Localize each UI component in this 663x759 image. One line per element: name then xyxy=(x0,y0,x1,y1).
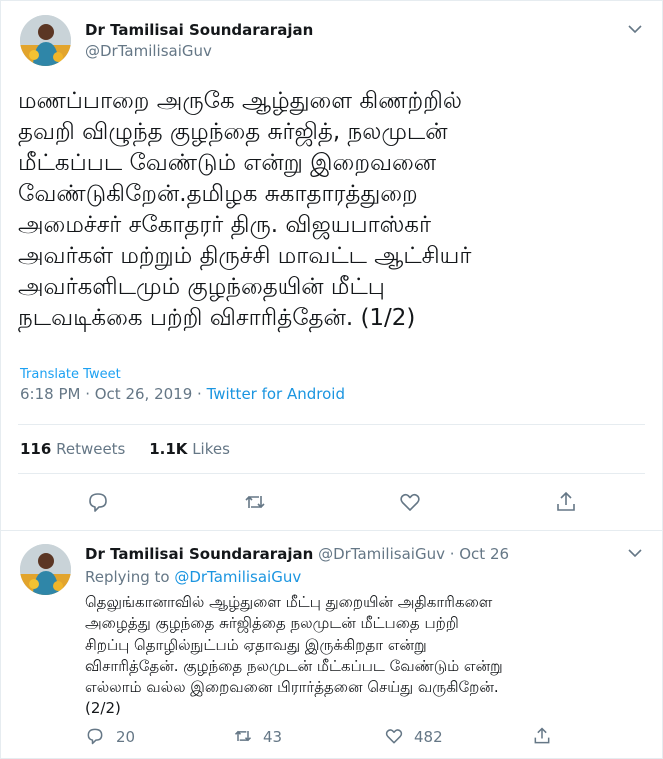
translate-tweet-link[interactable]: Translate Tweet xyxy=(20,367,121,382)
tweet-text-line: வேண்டுகிறேன்.தமிழக சுகாதாரத்துறை xyxy=(18,181,418,207)
reply-like-button[interactable] xyxy=(384,726,404,746)
retweets-stat[interactable]: 116 Retweets xyxy=(20,440,125,458)
share-upload-icon xyxy=(557,491,575,511)
retweets-count: 116 xyxy=(20,440,52,458)
tweet-text-line: அவர்களிடமும் குழந்தையின் மீட்பு xyxy=(18,274,385,300)
retweet-arrows-icon xyxy=(245,495,265,509)
divider xyxy=(18,424,645,425)
reply-author-name[interactable]: Dr Tamilisai Soundararajan xyxy=(85,545,313,563)
replying-handle-link[interactable]: @DrTamilisaiGuv xyxy=(174,568,301,586)
replying-prefix: Replying to xyxy=(85,568,175,586)
reply-text-line: தெலுங்கானாவில் ஆழ்துளை மீட்பு துறையின் அ… xyxy=(85,593,493,611)
reply-author-handle-date[interactable]: @DrTamilisaiGuv · Oct 26 xyxy=(318,545,509,563)
retweet-button[interactable] xyxy=(243,490,267,514)
reply-share-button[interactable] xyxy=(532,726,552,746)
tweet-text: மணப்பாறை அருகே ஆழ்துளை கிணற்றில் தவறி வி… xyxy=(18,86,643,334)
like-button[interactable] xyxy=(398,490,422,514)
retweets-label: Retweets xyxy=(56,440,126,458)
likes-label: Likes xyxy=(192,440,230,458)
tweet-text-line: நடவடிக்கை பற்றி விசாரித்தேன். (1/2) xyxy=(18,305,416,331)
tweet-text-line: அமைச்சர் சகோதரர் திரு. விஜயபாஸ்கர் xyxy=(18,212,432,238)
share-upload-icon xyxy=(534,727,550,744)
likes-count: 1.1K xyxy=(149,440,188,458)
reply-avatar[interactable] xyxy=(20,544,71,595)
tweet-stats: 116 Retweets 1.1K Likes xyxy=(20,440,230,458)
chevron-down-icon[interactable] xyxy=(627,21,643,37)
reply-text-line: எல்லாம் வல்ல இறைவனை பிரார்த்தனை செய்து வ… xyxy=(85,678,499,697)
reply-text-line: சிறப்பு தொழில்நுட்பம் ஏதாவது இருக்கிறதா … xyxy=(85,635,427,654)
divider xyxy=(0,530,663,531)
reply-text: தெலுங்கானாவில் ஆழ்துளை மீட்பு துறையின் அ… xyxy=(85,592,645,720)
reply-count: 20 xyxy=(116,728,136,746)
chevron-down-icon[interactable] xyxy=(627,545,643,561)
replying-to: Replying to @DrTamilisaiGuv xyxy=(85,568,301,586)
author-handle[interactable]: @DrTamilisaiGuv xyxy=(85,42,212,60)
retweet-count: 43 xyxy=(263,728,283,746)
tweet-text-line: மணப்பாறை அருகே ஆழ்துளை கிணற்றில் xyxy=(18,88,462,114)
share-button[interactable] xyxy=(554,490,578,514)
speech-bubble-icon xyxy=(89,493,107,512)
retweet-arrows-icon xyxy=(234,730,252,742)
tweet-meta: 6:18 PM · Oct 26, 2019 · Twitter for And… xyxy=(20,385,345,403)
speech-bubble-icon xyxy=(87,728,103,745)
reply-header: Dr Tamilisai Soundararajan @DrTamilisaiG… xyxy=(85,545,509,563)
reply-text-line: அழைத்து குழந்தை சுர்ஜித்தை நலமுடன் மீட்ப… xyxy=(85,614,459,633)
source-link[interactable]: Twitter for Android xyxy=(207,385,345,403)
avatar[interactable] xyxy=(20,15,71,66)
timestamp[interactable]: 6:18 PM · Oct 26, 2019 · xyxy=(20,385,207,403)
reply-text-line: (2/2) xyxy=(85,699,121,718)
likes-stat[interactable]: 1.1K Likes xyxy=(149,440,230,458)
tweet-text-line: தவறி விழுந்த குழந்தை சுர்ஜித், நலமுடன் xyxy=(18,119,448,145)
like-count: 482 xyxy=(414,728,443,746)
heart-icon xyxy=(400,493,420,511)
reply-button[interactable] xyxy=(86,490,110,514)
heart-icon xyxy=(385,729,403,744)
reply-text-line: விசாரித்தேன். குழந்தை நலமுடன் மீட்கப்பட … xyxy=(85,656,503,675)
reply-retweet-button[interactable] xyxy=(233,726,253,746)
tweet-text-line: அவர்கள் மற்றும் திருச்சி மாவட்ட ஆட்சியர் xyxy=(18,243,472,269)
author-name[interactable]: Dr Tamilisai Soundararajan xyxy=(85,21,313,39)
tweet-text-line: மீட்கப்பட வேண்டும் என்று இறைவனை xyxy=(18,150,437,176)
divider xyxy=(18,473,645,474)
reply-reply-button[interactable] xyxy=(85,726,105,746)
